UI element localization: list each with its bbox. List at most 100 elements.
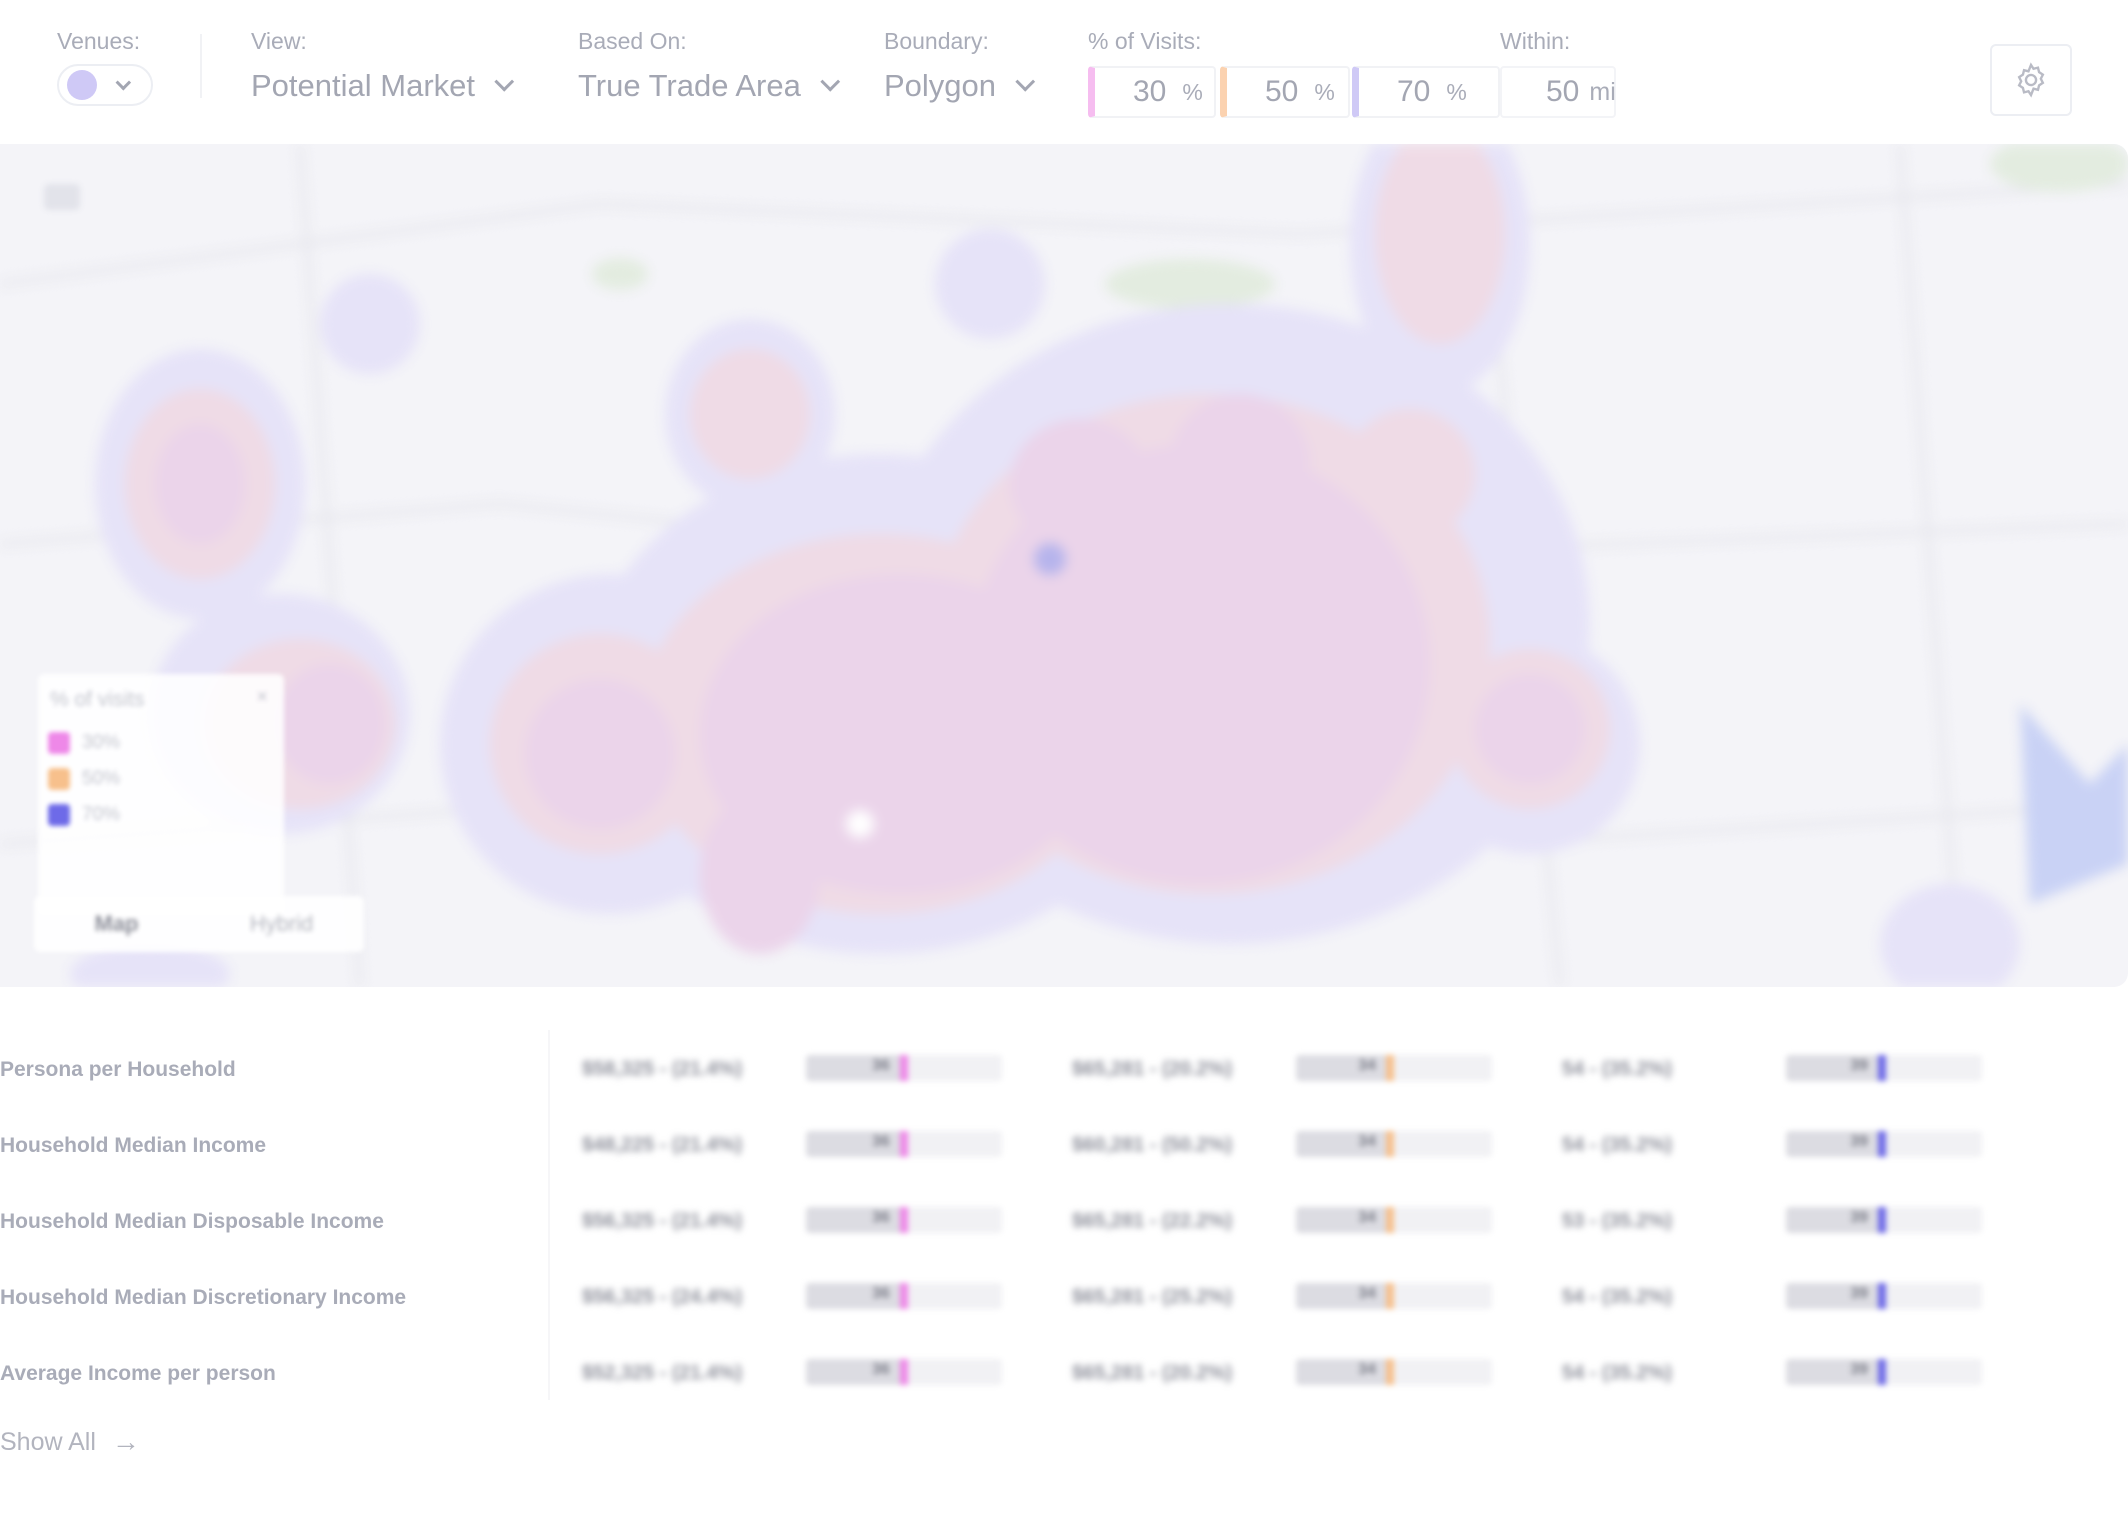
index-bar-marker xyxy=(1878,1055,1887,1081)
index-bar-value: 39 xyxy=(1850,1057,1868,1074)
index-bar-value: 39 xyxy=(1850,1209,1868,1226)
view-value: Potential Market xyxy=(251,68,475,103)
map-type-toggle: Map Hybrid xyxy=(34,896,364,952)
row-label: Household Median Discretionary Income xyxy=(0,1286,407,1309)
boundary-label: Boundary: xyxy=(884,28,989,54)
index-bar-value: 36 xyxy=(872,1361,890,1378)
visits-tier-value: 50 xyxy=(1265,75,1299,108)
index-bar: 34 xyxy=(1296,1283,1492,1309)
legend-item: 50% xyxy=(48,768,120,790)
gear-icon xyxy=(2017,62,2045,98)
index-bar-value: 36 xyxy=(872,1057,890,1074)
view-dropdown[interactable]: Potential Market xyxy=(251,68,515,104)
legend-item-label: 30% xyxy=(82,732,121,753)
index-bar-value: 36 xyxy=(872,1133,890,1150)
legend-swatch xyxy=(48,732,70,754)
legend-item: 70% xyxy=(48,804,120,826)
row-label: Household Median Disposable Income xyxy=(0,1210,384,1233)
legend-swatch xyxy=(48,768,70,790)
visits-tier-50-input[interactable]: 50 % xyxy=(1220,66,1350,118)
close-icon[interactable]: × xyxy=(256,686,268,709)
visits-tier-value: 30 xyxy=(1133,75,1167,108)
index-bar: 36 xyxy=(806,1131,1002,1157)
within-unit: mi xyxy=(1589,77,1616,106)
based-on-filter: Based On: True Trade Area xyxy=(578,28,841,103)
cell-value: $65,281 - (20.2%) xyxy=(1072,1362,1233,1384)
show-all-label: Show All xyxy=(0,1427,96,1456)
demographics-table: Persona per Household $58,325 - (21.4%) 36… xyxy=(0,1030,2128,1420)
visits-label: % of Visits: xyxy=(1088,28,1202,54)
index-bar-marker xyxy=(900,1131,909,1157)
chevron-down-icon xyxy=(115,74,132,90)
filter-bar: Venues: View: Potential Market Based On:… xyxy=(0,0,2128,144)
index-bar-value: 34 xyxy=(1358,1209,1376,1226)
table-divider xyxy=(548,1030,550,1400)
legend-item-label: 50% xyxy=(82,768,121,789)
cell-value: $52,325 - (21.4%) xyxy=(582,1362,743,1384)
arrow-right-icon: → xyxy=(111,1426,140,1457)
row-label: Persona per Household xyxy=(0,1058,236,1081)
within-input[interactable]: 50 mi xyxy=(1500,66,1616,118)
index-bar-value: 36 xyxy=(872,1209,890,1226)
based-on-dropdown[interactable]: True Trade Area xyxy=(578,68,841,104)
cell-value: $56,325 - (21.4%) xyxy=(582,1210,743,1232)
index-bar-marker xyxy=(1386,1359,1395,1385)
index-bar: 34 xyxy=(1296,1359,1492,1385)
show-all-link[interactable]: Show All → xyxy=(0,1426,140,1458)
venues-label: Venues: xyxy=(57,28,141,54)
row-label: Average Income per person xyxy=(0,1362,276,1385)
based-on-value: True Trade Area xyxy=(578,68,801,103)
cell-value: $56,325 - (24.4%) xyxy=(582,1286,743,1308)
legend-item-label: 70% xyxy=(82,804,121,825)
index-bar-value: 34 xyxy=(1358,1057,1376,1074)
index-bar: 39 xyxy=(1786,1359,1982,1385)
chevron-down-icon xyxy=(820,71,841,92)
index-bar: 36 xyxy=(806,1055,1002,1081)
cell-value: 54 - (35.2%) xyxy=(1562,1362,1673,1384)
legend-swatch xyxy=(48,804,70,826)
index-bar-marker xyxy=(900,1207,909,1233)
layers-icon[interactable] xyxy=(44,184,80,210)
cell-value: $65,281 - (20.2%) xyxy=(1072,1058,1233,1080)
within-filter: Within: xyxy=(1500,28,1570,55)
visits-tier-unit: % xyxy=(1314,78,1335,105)
index-bar: 36 xyxy=(806,1283,1002,1309)
within-label: Within: xyxy=(1500,28,1571,54)
boundary-dropdown[interactable]: Polygon xyxy=(884,68,1036,104)
index-bar-marker xyxy=(900,1055,909,1081)
visits-filter: % of Visits: xyxy=(1088,28,1201,55)
index-bar-marker xyxy=(1878,1131,1887,1157)
index-bar-value: 39 xyxy=(1850,1285,1868,1302)
visits-tier-70-input[interactable]: 70 % xyxy=(1352,66,1500,118)
index-bar: 34 xyxy=(1296,1055,1492,1081)
index-bar-value: 36 xyxy=(872,1285,890,1302)
venues-filter: Venues: xyxy=(57,28,153,106)
venues-dropdown[interactable] xyxy=(57,64,153,106)
index-bar-value: 34 xyxy=(1358,1133,1376,1150)
cell-value: 54 - (35.2%) xyxy=(1562,1058,1673,1080)
within-value: 50 xyxy=(1546,75,1580,108)
settings-button[interactable] xyxy=(1990,44,2072,116)
trade-area-map[interactable]: % of visits × 30% 50% 70% Map Hybrid xyxy=(0,144,2128,987)
cell-value: $60,281 - (50.2%) xyxy=(1072,1134,1233,1156)
visits-tier-30-input[interactable]: 30 % xyxy=(1088,66,1216,118)
row-label: Household Median Income xyxy=(0,1134,267,1157)
filter-divider xyxy=(200,34,202,98)
app-root: Venues: View: Potential Market Based On:… xyxy=(0,0,2128,1524)
venue-color-dot xyxy=(67,70,97,100)
hybrid-view-button[interactable]: Hybrid xyxy=(199,896,364,952)
map-legend: % of visits × 30% 50% 70% xyxy=(38,674,284,914)
map-canvas xyxy=(0,144,2128,987)
index-bar-marker xyxy=(1386,1131,1395,1157)
view-label: View: xyxy=(251,28,307,54)
index-bar-value: 34 xyxy=(1358,1361,1376,1378)
based-on-label: Based On: xyxy=(578,28,687,54)
index-bar-value: 34 xyxy=(1358,1285,1376,1302)
index-bar-marker xyxy=(1878,1283,1887,1309)
boundary-value: Polygon xyxy=(884,68,997,103)
index-bar: 39 xyxy=(1786,1055,1982,1081)
map-view-button[interactable]: Map xyxy=(34,896,199,952)
index-bar: 34 xyxy=(1296,1131,1492,1157)
cell-value: 54 - (35.2%) xyxy=(1562,1286,1673,1308)
chevron-down-icon xyxy=(494,71,515,92)
